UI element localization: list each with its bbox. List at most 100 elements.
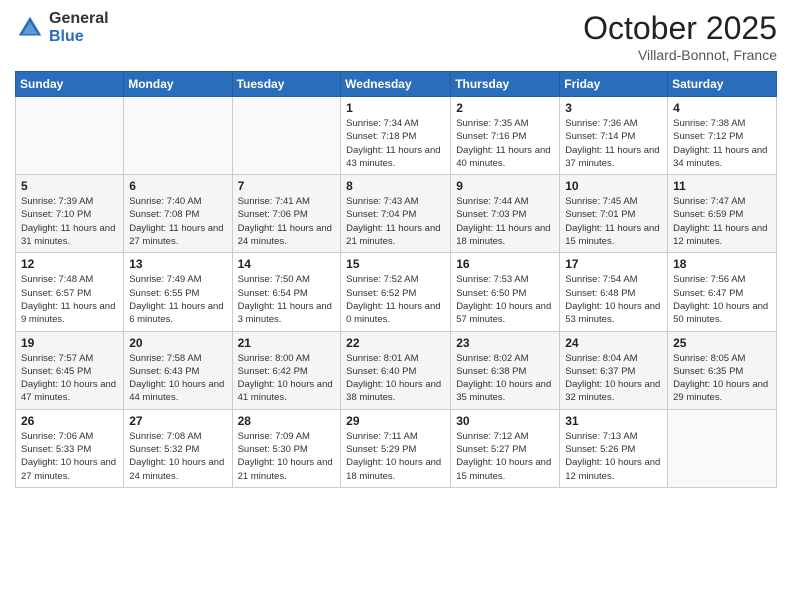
day-info: Sunrise: 8:04 AM Sunset: 6:37 PM Dayligh… [565, 352, 662, 405]
day-number: 28 [238, 414, 336, 428]
header: General Blue October 2025 Villard-Bonnot… [15, 10, 777, 63]
table-row: 7 Sunrise: 7:41 AM Sunset: 7:06 PM Daylig… [232, 175, 341, 253]
table-row: 30Sunrise: 7:12 AM Sunset: 5:27 PM Dayli… [451, 409, 560, 487]
day-number: 30 [456, 414, 554, 428]
table-row: 5Sunrise: 7:39 AM Sunset: 7:10 PM Daylig… [16, 175, 124, 253]
table-row: 3 Sunrise: 7:36 AM Sunset: 7:14 PM Daylig… [560, 97, 668, 175]
table-row: 16 Sunrise: 7:53 AM Sunset: 6:50 PM Dayli… [451, 253, 560, 331]
table-row: 12 Sunrise: 7:48 AM Sunset: 6:57 PM Dayli… [16, 253, 124, 331]
day-info: Sunrise: 7:57 AM Sunset: 6:45 PM Dayligh… [21, 352, 118, 405]
day-info: Sunrise: 8:02 AM Sunset: 6:38 PM Dayligh… [456, 352, 554, 405]
day-info: Sunrise: 7:50 AM Sunset: 6:54 PM Dayligh… [238, 273, 336, 326]
day-number: 22 [346, 336, 445, 350]
day-number: 12 [21, 257, 118, 271]
day-number: 2 [456, 101, 554, 115]
day-info: Sunrise: 7:36 AM Sunset: 7:14 PM Dayligh… [565, 117, 662, 170]
calendar-week-row: 19 Sunrise: 7:57 AM Sunset: 6:45 PM Dayli… [16, 331, 777, 409]
day-number: 27 [129, 414, 226, 428]
calendar-week-row: 5Sunrise: 7:39 AM Sunset: 7:10 PM Daylig… [16, 175, 777, 253]
day-info: Sunrise: 7:47 AM Sunset: 6:59 PM Dayligh… [673, 195, 771, 248]
day-info: Sunrise: 7:35 AM Sunset: 7:16 PM Dayligh… [456, 117, 554, 170]
table-row: 20 Sunrise: 7:58 AM Sunset: 6:43 PM Dayli… [124, 331, 232, 409]
logo-general-text: General [49, 10, 109, 28]
table-row: 17 Sunrise: 7:54 AM Sunset: 6:48 PM Dayli… [560, 253, 668, 331]
table-row [16, 97, 124, 175]
table-row: 8Sunrise: 7:43 AM Sunset: 7:04 PM Daylig… [341, 175, 451, 253]
day-info: Sunrise: 7:44 AM Sunset: 7:03 PM Dayligh… [456, 195, 554, 248]
day-number: 9 [456, 179, 554, 193]
table-row: 15Sunrise: 7:52 AM Sunset: 6:52 PM Dayli… [341, 253, 451, 331]
day-info: Sunrise: 7:49 AM Sunset: 6:55 PM Dayligh… [129, 273, 226, 326]
day-number: 20 [129, 336, 226, 350]
table-row: 19 Sunrise: 7:57 AM Sunset: 6:45 PM Dayli… [16, 331, 124, 409]
table-row: 28Sunrise: 7:09 AM Sunset: 5:30 PM Dayli… [232, 409, 341, 487]
table-row: 27 Sunrise: 7:08 AM Sunset: 5:32 PM Dayli… [124, 409, 232, 487]
day-number: 15 [346, 257, 445, 271]
page: General Blue October 2025 Villard-Bonnot… [0, 0, 792, 612]
day-info: Sunrise: 7:58 AM Sunset: 6:43 PM Dayligh… [129, 352, 226, 405]
header-sunday: Sunday [16, 72, 124, 97]
day-info: Sunrise: 7:13 AM Sunset: 5:26 PM Dayligh… [565, 430, 662, 483]
table-row: 2 Sunrise: 7:35 AM Sunset: 7:16 PM Daylig… [451, 97, 560, 175]
day-number: 13 [129, 257, 226, 271]
table-row: 14 Sunrise: 7:50 AM Sunset: 6:54 PM Dayli… [232, 253, 341, 331]
day-number: 26 [21, 414, 118, 428]
table-row: 31 Sunrise: 7:13 AM Sunset: 5:26 PM Dayli… [560, 409, 668, 487]
day-info: Sunrise: 7:11 AM Sunset: 5:29 PM Dayligh… [346, 430, 445, 483]
table-row: 24 Sunrise: 8:04 AM Sunset: 6:37 PM Dayli… [560, 331, 668, 409]
day-info: Sunrise: 7:54 AM Sunset: 6:48 PM Dayligh… [565, 273, 662, 326]
day-number: 19 [21, 336, 118, 350]
day-info: Sunrise: 7:45 AM Sunset: 7:01 PM Dayligh… [565, 195, 662, 248]
day-number: 25 [673, 336, 771, 350]
day-info: Sunrise: 7:41 AM Sunset: 7:06 PM Dayligh… [238, 195, 336, 248]
day-info: Sunrise: 7:43 AM Sunset: 7:04 PM Dayligh… [346, 195, 445, 248]
table-row: 10 Sunrise: 7:45 AM Sunset: 7:01 PM Dayli… [560, 175, 668, 253]
header-tuesday: Tuesday [232, 72, 341, 97]
day-info: Sunrise: 7:53 AM Sunset: 6:50 PM Dayligh… [456, 273, 554, 326]
calendar-title: October 2025 [583, 10, 777, 47]
header-monday: Monday [124, 72, 232, 97]
day-number: 18 [673, 257, 771, 271]
day-number: 31 [565, 414, 662, 428]
day-info: Sunrise: 8:01 AM Sunset: 6:40 PM Dayligh… [346, 352, 445, 405]
table-row: 26Sunrise: 7:06 AM Sunset: 5:33 PM Dayli… [16, 409, 124, 487]
table-row: 13 Sunrise: 7:49 AM Sunset: 6:55 PM Dayli… [124, 253, 232, 331]
day-info: Sunrise: 7:48 AM Sunset: 6:57 PM Dayligh… [21, 273, 118, 326]
table-row: 9 Sunrise: 7:44 AM Sunset: 7:03 PM Daylig… [451, 175, 560, 253]
calendar-location: Villard-Bonnot, France [583, 47, 777, 63]
day-number: 24 [565, 336, 662, 350]
table-row: 25Sunrise: 8:05 AM Sunset: 6:35 PM Dayli… [668, 331, 777, 409]
day-number: 1 [346, 101, 445, 115]
table-row: 11Sunrise: 7:47 AM Sunset: 6:59 PM Dayli… [668, 175, 777, 253]
header-friday: Friday [560, 72, 668, 97]
calendar-week-row: 12 Sunrise: 7:48 AM Sunset: 6:57 PM Dayli… [16, 253, 777, 331]
day-number: 16 [456, 257, 554, 271]
day-number: 5 [21, 179, 118, 193]
table-row: 18Sunrise: 7:56 AM Sunset: 6:47 PM Dayli… [668, 253, 777, 331]
day-number: 14 [238, 257, 336, 271]
table-row: 22 Sunrise: 8:01 AM Sunset: 6:40 PM Dayli… [341, 331, 451, 409]
table-row: 1 Sunrise: 7:34 AM Sunset: 7:18 PM Daylig… [341, 97, 451, 175]
logo-icon [15, 13, 45, 43]
header-wednesday: Wednesday [341, 72, 451, 97]
day-number: 7 [238, 179, 336, 193]
day-info: Sunrise: 7:34 AM Sunset: 7:18 PM Dayligh… [346, 117, 445, 170]
day-info: Sunrise: 7:38 AM Sunset: 7:12 PM Dayligh… [673, 117, 771, 170]
day-number: 10 [565, 179, 662, 193]
day-info: Sunrise: 7:40 AM Sunset: 7:08 PM Dayligh… [129, 195, 226, 248]
calendar-table: Sunday Monday Tuesday Wednesday Thursday… [15, 71, 777, 488]
calendar-week-row: 1 Sunrise: 7:34 AM Sunset: 7:18 PM Daylig… [16, 97, 777, 175]
day-number: 21 [238, 336, 336, 350]
day-info: Sunrise: 8:00 AM Sunset: 6:42 PM Dayligh… [238, 352, 336, 405]
day-info: Sunrise: 7:08 AM Sunset: 5:32 PM Dayligh… [129, 430, 226, 483]
day-number: 17 [565, 257, 662, 271]
table-row: 29Sunrise: 7:11 AM Sunset: 5:29 PM Dayli… [341, 409, 451, 487]
weekday-header-row: Sunday Monday Tuesday Wednesday Thursday… [16, 72, 777, 97]
day-number: 3 [565, 101, 662, 115]
logo-blue-text: Blue [49, 28, 109, 46]
logo-text: General Blue [49, 10, 109, 45]
table-row [668, 409, 777, 487]
table-row: 6Sunrise: 7:40 AM Sunset: 7:08 PM Daylig… [124, 175, 232, 253]
header-saturday: Saturday [668, 72, 777, 97]
header-thursday: Thursday [451, 72, 560, 97]
